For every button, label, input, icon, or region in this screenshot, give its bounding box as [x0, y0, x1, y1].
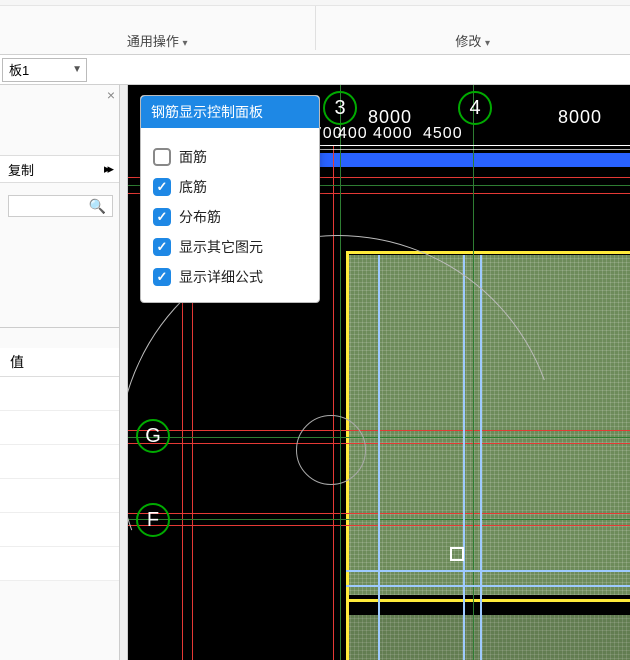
chevron-right-icon: ▸▸ [104, 161, 111, 177]
panel-separator [0, 327, 119, 328]
checkbox-row-show-formula[interactable]: ✓ 显示详细公式 [153, 262, 307, 292]
search-icon: 🔍 [89, 198, 106, 215]
ribbon-partial-top [0, 0, 630, 6]
copy-row[interactable]: 复制 ▸▸ [0, 155, 119, 183]
close-icon[interactable]: × [107, 87, 115, 103]
component-select[interactable]: 板1 ▼ [2, 58, 87, 82]
checkbox[interactable]: ✓ [153, 268, 171, 286]
grid-marker-circle: 4 [458, 91, 492, 125]
ribbon-group-general-label: 通用操作 [127, 34, 179, 49]
search-input[interactable]: 🔍 [8, 195, 113, 217]
ribbon: 通用操作 ▾ 修改 ▾ [0, 0, 630, 55]
grid-marker-circle: 3 [323, 91, 357, 125]
properties-section-label: 值 [10, 354, 24, 370]
properties-section-header: 值 [0, 348, 119, 377]
checkbox-row-distribution-rebar[interactable]: ✓ 分布筋 [153, 202, 307, 232]
panel-titlebar[interactable]: 钢筋显示控制面板 [141, 96, 319, 128]
checkbox-label: 分布筋 [179, 207, 221, 227]
dimension-text: 8000 [558, 107, 602, 128]
rebar-display-panel[interactable]: 钢筋显示控制面板 面筋 ✓ 底筋 ✓ 分布筋 ✓ 显示其它图元 ✓ 显示详细公式 [140, 95, 320, 303]
grid-marker-label: 4 [469, 97, 480, 119]
ribbon-group-general[interactable]: 通用操作 ▾ [0, 0, 315, 54]
checkbox-label: 显示其它图元 [179, 237, 263, 257]
checkbox-row-bottom-rebar[interactable]: ✓ 底筋 [153, 172, 307, 202]
property-row[interactable] [0, 547, 119, 581]
splitter-handle[interactable] [120, 85, 128, 660]
grid-marker-label: 3 [334, 97, 345, 119]
checkbox-label: 底筋 [179, 177, 207, 197]
dimension-text: 4500 [423, 125, 463, 143]
dropdown-caret-icon: ▾ [485, 38, 490, 49]
slab-edge [293, 153, 630, 167]
checkbox[interactable] [153, 148, 171, 166]
properties-rows [0, 377, 119, 581]
checkbox[interactable]: ✓ [153, 208, 171, 226]
property-row[interactable] [0, 513, 119, 547]
checkbox-row-show-other-elements[interactable]: ✓ 显示其它图元 [153, 232, 307, 262]
copy-label: 复制 [8, 160, 34, 179]
property-row[interactable] [0, 445, 119, 479]
ribbon-group-modify-label: 修改 [455, 34, 481, 49]
dropdown-caret-icon: ▾ [183, 38, 188, 49]
checkbox[interactable]: ✓ [153, 178, 171, 196]
panel-body: 面筋 ✓ 底筋 ✓ 分布筋 ✓ 显示其它图元 ✓ 显示详细公式 [141, 128, 319, 302]
checkbox-label: 面筋 [179, 147, 207, 167]
panel-title: 钢筋显示控制面板 [151, 104, 263, 120]
property-row[interactable] [0, 411, 119, 445]
ribbon-group-modify[interactable]: 修改 ▾ [316, 0, 630, 54]
component-select-value: 板1 [9, 60, 29, 79]
dimension-text: 400 [338, 125, 368, 143]
dimension-baseline [293, 145, 630, 146]
dimension-text: 4000 [373, 125, 413, 143]
left-panel: × 复制 ▸▸ 🔍 值 [0, 85, 120, 660]
checkbox-label: 显示详细公式 [179, 267, 263, 287]
chevron-down-icon: ▼ [72, 64, 82, 75]
dimension-baseline [293, 149, 630, 150]
checkbox[interactable]: ✓ [153, 238, 171, 256]
checkbox-row-top-rebar[interactable]: 面筋 [153, 142, 307, 172]
property-row[interactable] [0, 377, 119, 411]
property-row[interactable] [0, 479, 119, 513]
grid-marker-column: 4 [458, 91, 492, 125]
component-selector-bar: 板1 ▼ [0, 55, 630, 85]
grid-marker-column: 3 [323, 91, 357, 125]
selection-handle[interactable] [450, 547, 464, 561]
arc-center-circle [296, 415, 366, 485]
